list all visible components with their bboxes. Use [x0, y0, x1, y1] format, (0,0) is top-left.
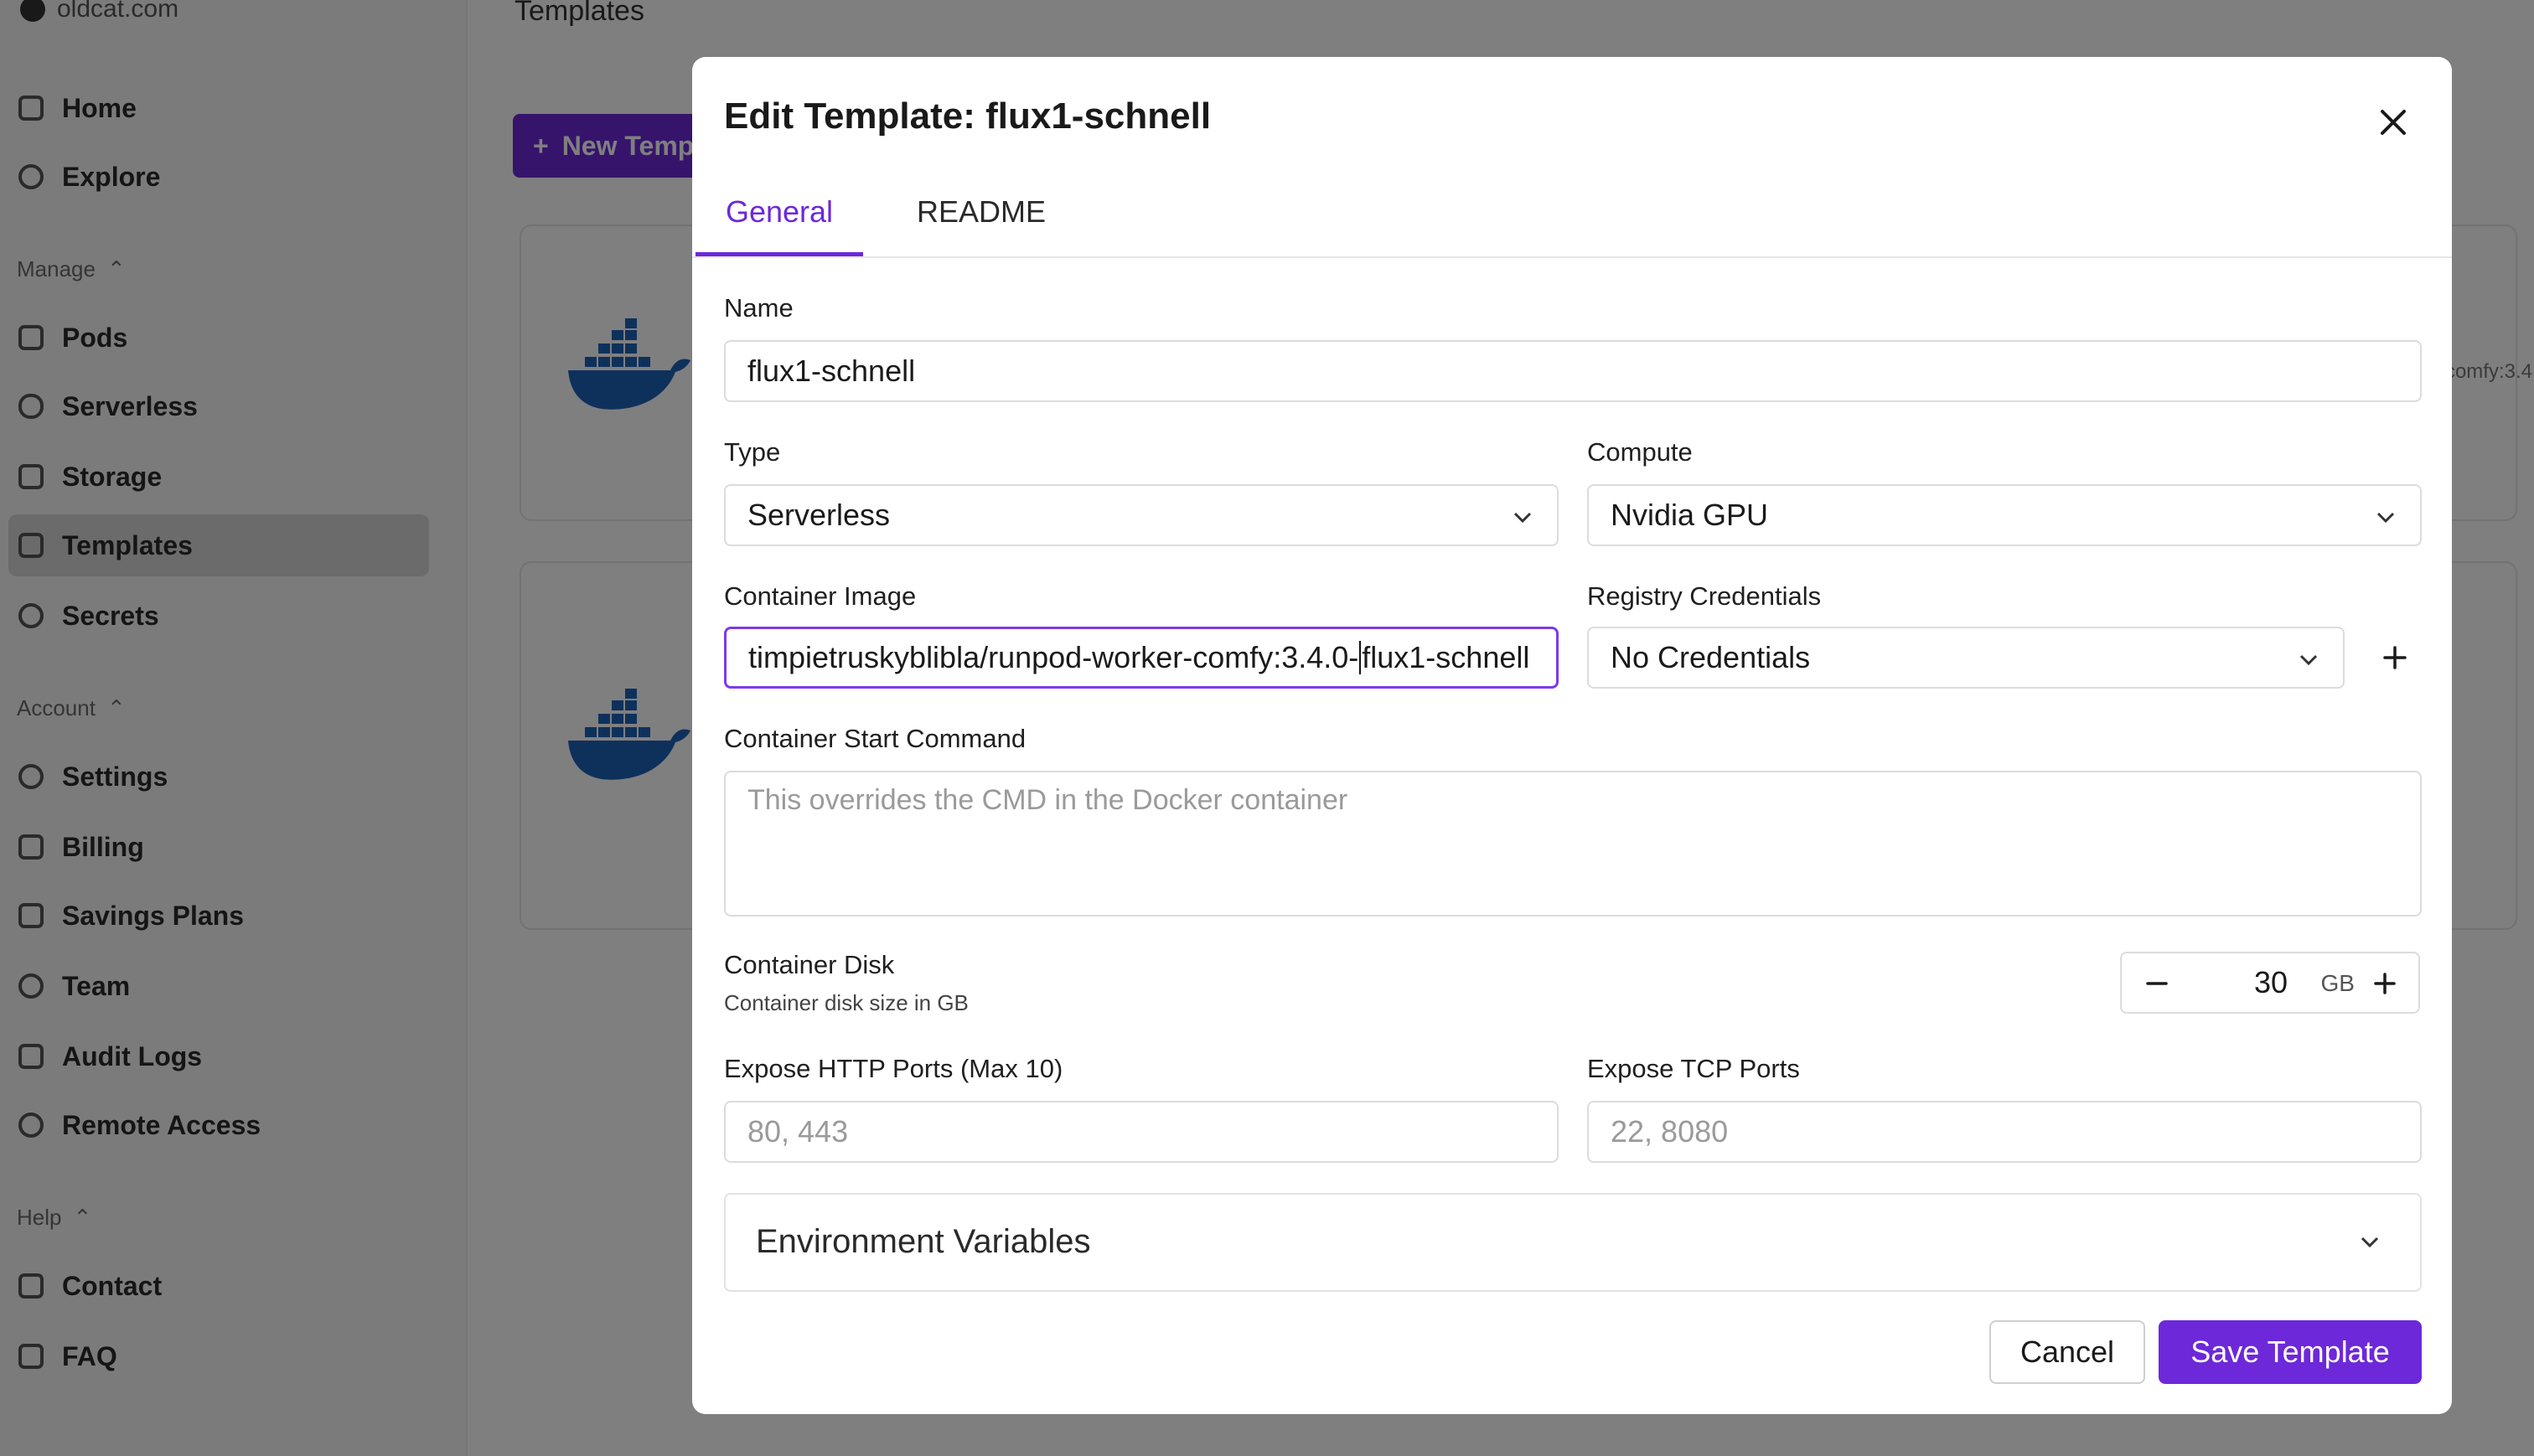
tab-bar: General README [692, 191, 2452, 258]
type-value: Serverless [747, 498, 891, 532]
container-image-label: Container Image [724, 581, 917, 611]
text-caret [1359, 641, 1362, 674]
save-template-button[interactable]: Save Template [2159, 1320, 2422, 1384]
container-image-input[interactable]: timpietruskyblibla/runpod-worker-comfy:3… [724, 627, 1559, 689]
tab-general[interactable]: General [696, 191, 863, 256]
close-button[interactable] [2370, 99, 2417, 146]
dialog-title: Edit Template: flux1-schnell [724, 96, 1212, 137]
compute-value: Nvidia GPU [1611, 498, 1769, 532]
http-ports-input[interactable]: 80, 443 [724, 1101, 1559, 1163]
registry-credentials-label: Registry Credentials [1587, 581, 1822, 611]
close-icon [2381, 110, 2406, 135]
environment-variables-label: Environment Variables [756, 1223, 1091, 1260]
chevron-down-icon [2361, 1237, 2379, 1248]
edit-template-dialog: Edit Template: flux1-schnell General REA… [692, 57, 2452, 1414]
tcp-ports-label: Expose TCP Ports [1587, 1054, 1800, 1083]
start-command-textarea[interactable]: This overrides the CMD in the Docker con… [724, 771, 2422, 916]
container-image-value-tail: flux1-schnell [1362, 640, 1530, 674]
tab-readme[interactable]: README [893, 191, 1069, 256]
minus-icon[interactable] [2142, 968, 2172, 999]
name-label: Name [724, 293, 794, 323]
chevron-down-icon [2299, 654, 2318, 666]
name-value: flux1-schnell [747, 354, 916, 388]
start-command-placeholder: This overrides the CMD in the Docker con… [747, 784, 1348, 816]
tcp-ports-input[interactable]: 22, 8080 [1587, 1101, 2422, 1163]
container-disk-unit: GB [2320, 970, 2355, 996]
http-ports-placeholder: 80, 443 [747, 1114, 849, 1149]
container-disk-stepper[interactable]: 30 GB [2120, 952, 2420, 1014]
type-label: Type [724, 437, 781, 467]
container-disk-label: Container Disk [724, 950, 895, 979]
registry-credentials-select[interactable]: No Credentials [1587, 627, 2345, 689]
type-select[interactable]: Serverless [724, 484, 1559, 546]
tcp-ports-placeholder: 22, 8080 [1611, 1114, 1729, 1149]
name-input[interactable]: flux1-schnell [724, 340, 2422, 402]
registry-credentials-value: No Credentials [1611, 640, 1811, 674]
chevron-down-icon [2376, 512, 2395, 524]
start-command-label: Container Start Command [724, 724, 1027, 753]
http-ports-label: Expose HTTP Ports (Max 10) [724, 1054, 1063, 1083]
add-credentials-plus-icon[interactable] [2378, 641, 2412, 674]
compute-select[interactable]: Nvidia GPU [1587, 484, 2422, 546]
environment-variables-accordion[interactable]: Environment Variables [724, 1193, 2422, 1292]
chevron-down-icon [1513, 512, 1532, 524]
plus-icon[interactable] [2370, 968, 2400, 999]
compute-label: Compute [1587, 437, 1693, 467]
container-disk-hint: Container disk size in GB [724, 990, 969, 1015]
container-disk-value[interactable]: 30 [2254, 965, 2288, 1000]
container-image-value: timpietruskyblibla/runpod-worker-comfy:3… [748, 640, 1359, 674]
cancel-button[interactable]: Cancel [1989, 1320, 2145, 1384]
